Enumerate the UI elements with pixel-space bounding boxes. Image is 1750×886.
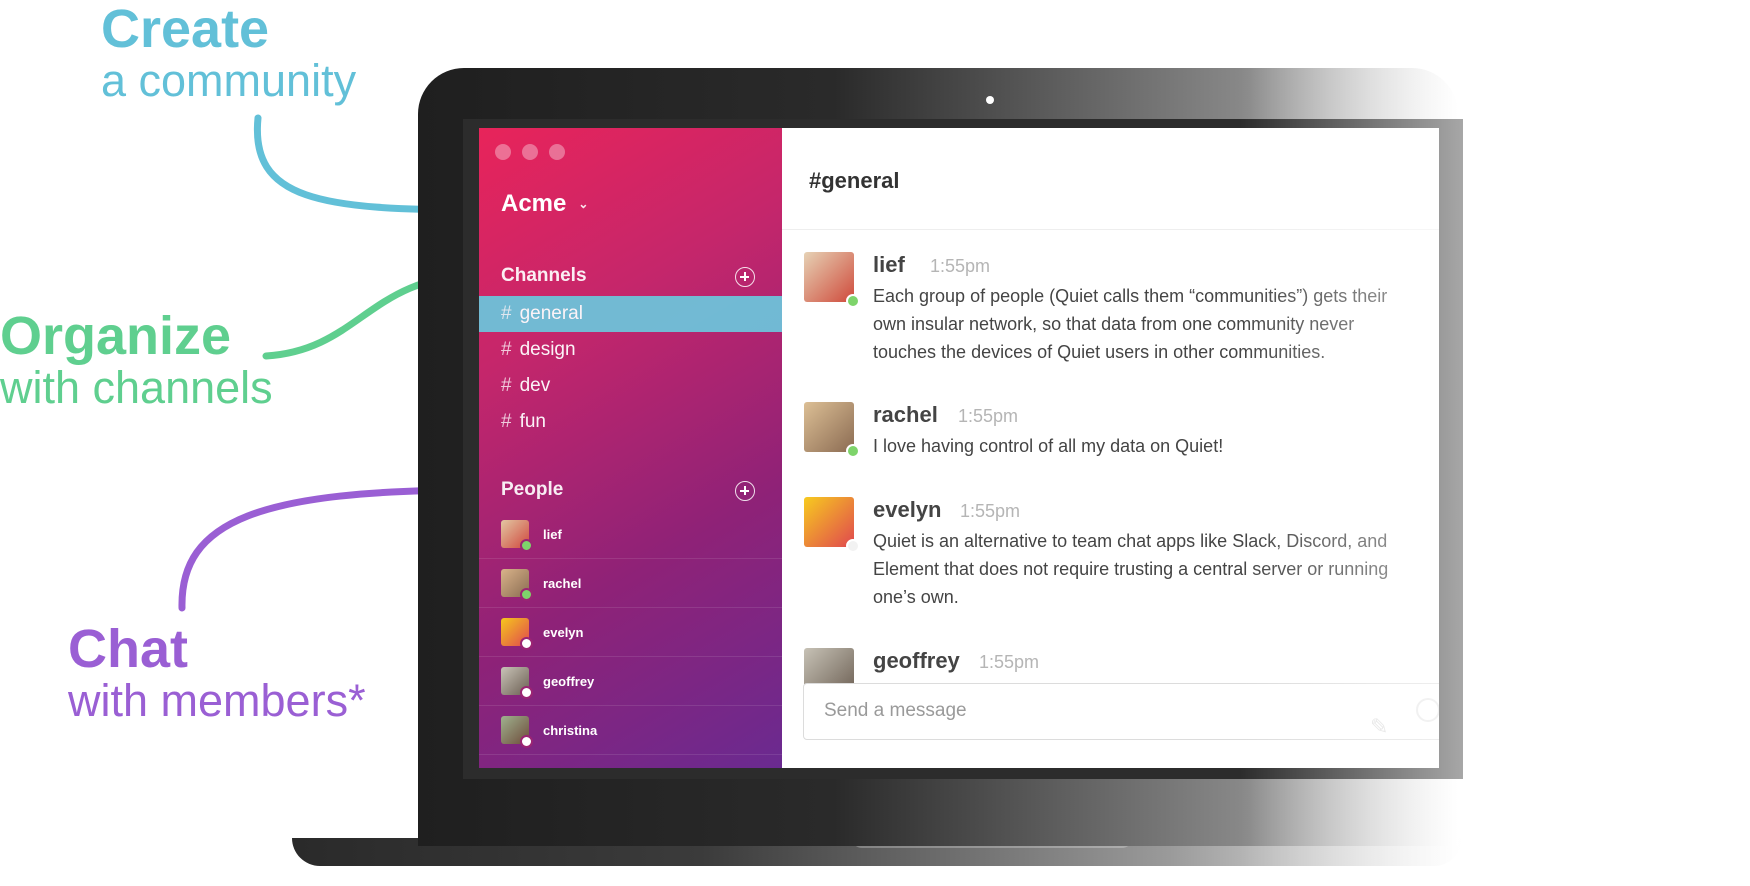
- message-timestamp: 1:55pm: [960, 501, 1021, 521]
- message-item: geoffrey 1:55pm: [804, 648, 1439, 684]
- message-username[interactable]: geoffrey: [873, 648, 960, 674]
- status-offline-icon: [520, 735, 533, 748]
- person-label: evelyn: [543, 624, 584, 640]
- sidebar-item-rachel[interactable]: rachel: [479, 559, 782, 608]
- person-label: christina: [543, 722, 598, 738]
- app-window: Acme ⌄ Channels # general # design # dev…: [479, 128, 1439, 768]
- sidebar-item-christina[interactable]: christina: [479, 706, 782, 755]
- page-title: #general: [809, 168, 900, 193]
- channels-heading: Channels: [501, 265, 587, 286]
- workspace-switcher[interactable]: Acme ⌄: [501, 190, 588, 218]
- add-person-icon[interactable]: [735, 481, 755, 501]
- paperclip-icon[interactable]: ✎: [1370, 700, 1390, 739]
- window-minimize-button[interactable]: [522, 144, 538, 160]
- person-label: rachel: [543, 575, 582, 591]
- message-username[interactable]: evelyn: [873, 497, 942, 523]
- message-text: Each group of people (Quiet calls them “…: [873, 286, 1388, 362]
- status-offline-icon: [520, 686, 533, 699]
- sidebar-item-general[interactable]: # general: [479, 296, 782, 332]
- sidebar: Acme ⌄ Channels # general # design # dev…: [479, 128, 782, 768]
- avatar: [501, 716, 533, 748]
- channel-label: dev: [519, 375, 551, 396]
- hash-icon: #: [501, 339, 512, 360]
- avatar: [501, 667, 533, 699]
- hash-icon: #: [501, 303, 512, 324]
- emoji-icon[interactable]: [1416, 698, 1439, 722]
- sidebar-item-lief[interactable]: lief: [479, 510, 782, 559]
- channel-label: design: [519, 339, 576, 360]
- hash-icon: #: [501, 375, 512, 396]
- avatar[interactable]: [804, 648, 854, 684]
- message-username[interactable]: lief: [873, 252, 905, 278]
- avatar: [501, 569, 533, 601]
- channel-view: #general lief 1:55pm Each group of peopl…: [782, 128, 1439, 768]
- workspace-name: Acme: [501, 190, 567, 217]
- header-divider: [782, 229, 1439, 230]
- status-online-icon: [520, 539, 533, 552]
- camera-icon: [986, 96, 994, 104]
- status-online-icon: [520, 588, 533, 601]
- message-input[interactable]: Send a message ✎: [803, 683, 1439, 740]
- avatar: [501, 618, 533, 650]
- status-online-icon: [846, 444, 860, 458]
- message-text: I love having control of all my data on …: [873, 436, 1224, 456]
- channel-label: fun: [519, 411, 546, 432]
- window-maximize-button[interactable]: [549, 144, 565, 160]
- person-label: lief: [543, 526, 562, 542]
- status-offline-icon: [846, 539, 860, 553]
- sidebar-item-fun[interactable]: # fun: [479, 404, 782, 440]
- message-timestamp: 1:55pm: [930, 256, 991, 276]
- avatar[interactable]: [804, 402, 854, 452]
- window-close-button[interactable]: [495, 144, 511, 160]
- hash-icon: #: [501, 411, 512, 432]
- sidebar-item-geoffrey[interactable]: geoffrey: [479, 657, 782, 706]
- people-heading: People: [501, 479, 564, 500]
- avatar[interactable]: [804, 252, 854, 302]
- message-text: Quiet is an alternative to team chat app…: [873, 531, 1389, 607]
- status-offline-icon: [520, 637, 533, 650]
- message-timestamp: 1:55pm: [958, 406, 1019, 426]
- avatar: [501, 520, 533, 552]
- status-online-icon: [846, 294, 860, 308]
- message-input-placeholder: Send a message: [824, 700, 967, 721]
- person-label: geoffrey: [543, 673, 595, 689]
- avatar[interactable]: [804, 497, 854, 547]
- add-channel-icon[interactable]: [735, 267, 755, 287]
- channel-label: general: [519, 303, 583, 324]
- sidebar-item-evelyn[interactable]: evelyn: [479, 608, 782, 657]
- sidebar-item-design[interactable]: # design: [479, 332, 782, 368]
- message-username[interactable]: rachel: [873, 402, 938, 428]
- chevron-down-icon: ⌄: [578, 197, 589, 211]
- message-timestamp: 1:55pm: [979, 652, 1040, 672]
- sidebar-item-dev[interactable]: # dev: [479, 368, 782, 404]
